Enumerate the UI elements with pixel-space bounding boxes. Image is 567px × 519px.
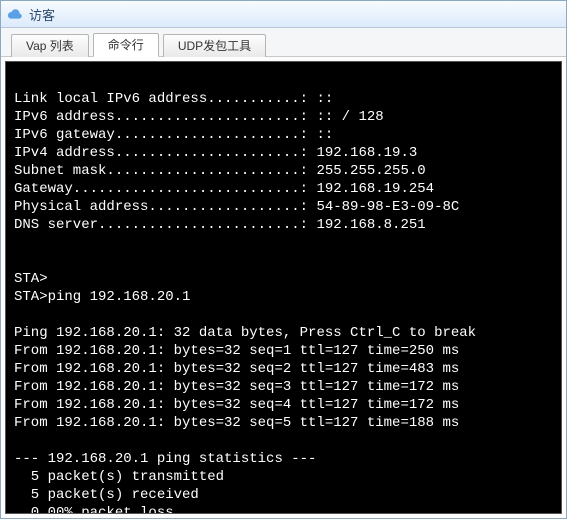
terminal-line: --- 192.168.20.1 ping statistics ---	[14, 450, 553, 468]
tab-label: Vap 列表	[26, 39, 74, 53]
terminal-line	[14, 72, 553, 90]
window-title: 访客	[29, 5, 55, 24]
terminal-line	[14, 432, 553, 450]
terminal-line: From 192.168.20.1: bytes=32 seq=3 ttl=12…	[14, 378, 553, 396]
terminal-line: IPv4 address......................: 192.…	[14, 144, 553, 162]
title-bar: 访客	[1, 1, 566, 28]
terminal-line: Physical address..................: 54-8…	[14, 198, 553, 216]
tab-label: 命令行	[108, 38, 144, 52]
terminal-line: From 192.168.20.1: bytes=32 seq=4 ttl=12…	[14, 396, 553, 414]
terminal-line: From 192.168.20.1: bytes=32 seq=5 ttl=12…	[14, 414, 553, 432]
terminal-line: IPv6 address......................: :: /…	[14, 108, 553, 126]
terminal-line	[14, 252, 553, 270]
terminal-line: IPv6 gateway......................: ::	[14, 126, 553, 144]
tab-command-line[interactable]: 命令行	[93, 33, 159, 57]
terminal-line: STA>ping 192.168.20.1	[14, 288, 553, 306]
terminal-line	[14, 234, 553, 252]
terminal-line: 5 packet(s) received	[14, 486, 553, 504]
tab-vap-list[interactable]: Vap 列表	[11, 34, 89, 57]
terminal-line: 0.00% packet loss	[14, 504, 553, 514]
terminal-line: STA>	[14, 270, 553, 288]
cloud-icon	[7, 6, 23, 22]
terminal-line: Gateway...........................: 192.…	[14, 180, 553, 198]
tab-strip: Vap 列表 命令行 UDP发包工具	[1, 28, 566, 57]
terminal-line: Subnet mask.......................: 255.…	[14, 162, 553, 180]
terminal-line: From 192.168.20.1: bytes=32 seq=2 ttl=12…	[14, 360, 553, 378]
terminal-line: DNS server........................: 192.…	[14, 216, 553, 234]
terminal-line: 5 packet(s) transmitted	[14, 468, 553, 486]
terminal-output[interactable]: Link local IPv6 address...........: ::IP…	[5, 61, 562, 514]
terminal-line	[14, 306, 553, 324]
tab-udp-tool[interactable]: UDP发包工具	[163, 34, 266, 57]
tab-label: UDP发包工具	[178, 39, 251, 53]
app-window: 访客 Vap 列表 命令行 UDP发包工具 Link local IPv6 ad…	[0, 0, 567, 519]
terminal-line: From 192.168.20.1: bytes=32 seq=1 ttl=12…	[14, 342, 553, 360]
terminal-line: Link local IPv6 address...........: ::	[14, 90, 553, 108]
terminal-line: Ping 192.168.20.1: 32 data bytes, Press …	[14, 324, 553, 342]
